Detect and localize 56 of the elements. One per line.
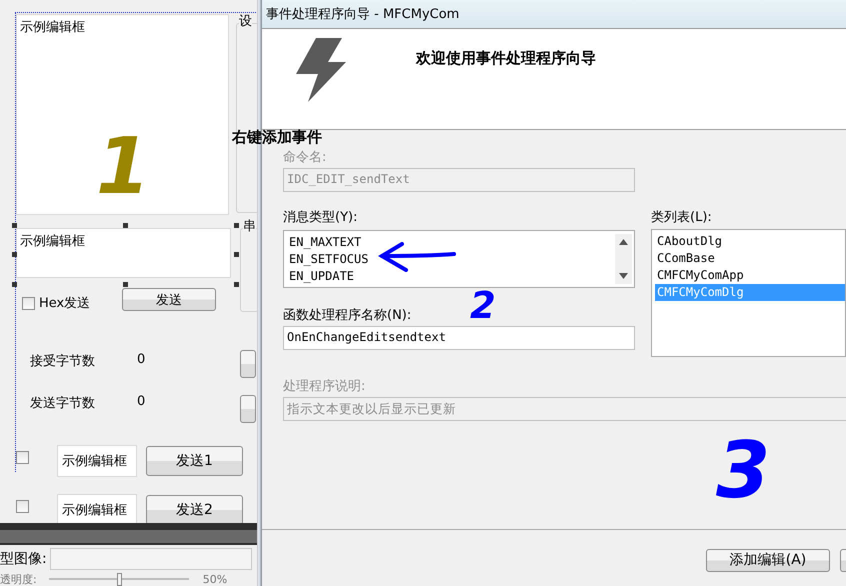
resize-handle[interactable] xyxy=(123,223,128,228)
list-item[interactable]: CMFCMyComApp xyxy=(655,267,845,284)
scroll-up-icon[interactable] xyxy=(619,239,628,245)
message-list[interactable]: EN_MAXTEXT EN_SETFOCUS EN_UPDATE xyxy=(283,230,635,288)
list-item[interactable]: CAboutDlg xyxy=(655,233,845,250)
slider-reading: 50% xyxy=(202,573,228,586)
resize-handle[interactable] xyxy=(234,223,239,228)
send-button[interactable]: 发送2 xyxy=(146,495,243,525)
dialog-heading: 欢迎使用事件处理程序向导 xyxy=(416,49,596,68)
handwritten-number: 2 xyxy=(470,287,496,324)
checkbox[interactable] xyxy=(22,296,35,310)
lightning-icon xyxy=(296,38,346,102)
window-title: 事件处理程序向导 - MFCMyCom xyxy=(266,6,460,23)
resize-handle[interactable] xyxy=(12,252,17,257)
list-item[interactable]: CComBase xyxy=(655,250,845,267)
resize-handle[interactable] xyxy=(12,223,17,228)
checkbox-label: Hex发送 xyxy=(39,295,90,312)
scrollbar[interactable] xyxy=(615,234,632,284)
field-label: 消息类型(Y): xyxy=(283,209,358,226)
counter-label: 发送字节数 xyxy=(30,395,95,412)
slider-label: 透明度: xyxy=(0,572,37,586)
annotation-text: 右键添加事件 xyxy=(232,130,322,145)
field-label: 处理程序说明: xyxy=(283,378,366,395)
checkbox[interactable] xyxy=(16,451,29,464)
slider-thumb[interactable] xyxy=(116,573,122,586)
resize-handle[interactable] xyxy=(123,282,128,287)
send-button[interactable]: 发送1 xyxy=(146,446,243,476)
checkbox[interactable] xyxy=(16,500,29,513)
image-field[interactable] xyxy=(50,548,252,570)
add-button[interactable]: 添加编辑(A) xyxy=(706,548,830,572)
counter-value: 0 xyxy=(137,352,146,367)
field-label: 函数处理程序名称(N): xyxy=(283,307,412,324)
edit-box[interactable]: 示例编辑框 xyxy=(16,228,231,278)
handwritten-number: 1 xyxy=(96,128,150,206)
clear-button[interactable] xyxy=(240,395,256,423)
edit-box[interactable]: 示例编辑框 xyxy=(57,445,137,477)
edit-box[interactable]: 示例编辑框 xyxy=(57,494,137,526)
cancel-button[interactable] xyxy=(840,548,846,572)
field-label: 类列表(L): xyxy=(651,209,713,226)
clear-button[interactable] xyxy=(240,350,256,378)
list-item[interactable]: EN_MAXTEXT xyxy=(287,234,368,251)
resize-handle[interactable] xyxy=(12,282,17,287)
scroll-down-icon[interactable] xyxy=(619,273,628,279)
resize-handle[interactable] xyxy=(234,252,239,257)
handwritten-number: 3 xyxy=(716,432,770,510)
list-item[interactable]: EN_SETFOCUS xyxy=(287,251,368,268)
field-label: 型图像: xyxy=(0,550,47,568)
group-label: 串 xyxy=(243,219,256,235)
list-item[interactable]: EN_UPDATE xyxy=(287,268,368,285)
send-button[interactable]: 发送 xyxy=(122,288,216,311)
class-list[interactable]: CAboutDlg CComBase CMFCMyComApp CMFCMyComDlg xyxy=(651,229,846,357)
counter-value: 0 xyxy=(137,394,146,409)
function-name-field[interactable]: OnEnChangeEditsendtext xyxy=(283,326,635,350)
counter-label: 接受字节数 xyxy=(30,353,95,370)
resize-handle[interactable] xyxy=(234,282,239,287)
field-label: 命令名: xyxy=(283,149,328,166)
